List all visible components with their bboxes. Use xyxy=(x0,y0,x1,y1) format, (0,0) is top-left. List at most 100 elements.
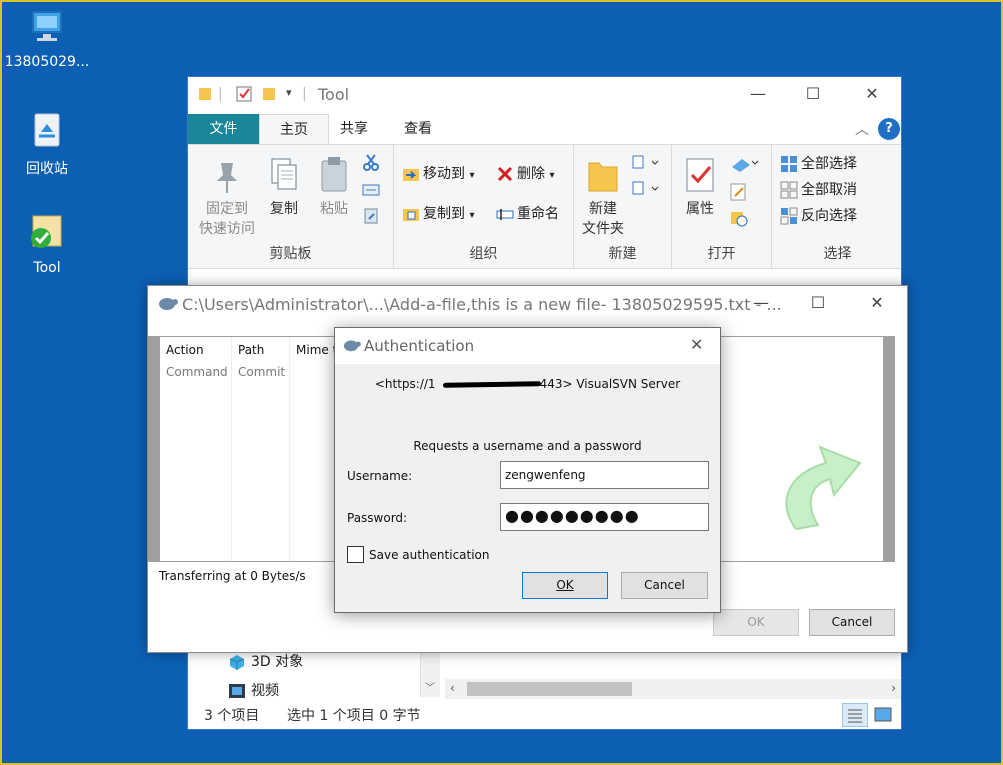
save-authentication-checkbox[interactable] xyxy=(347,546,364,563)
select-group-label: 选择 xyxy=(823,246,852,262)
invert-selection-icon xyxy=(780,207,798,225)
rename-button[interactable]: 重命名 xyxy=(496,203,559,225)
desktop-icon-recycle-bin[interactable]: 回收站 xyxy=(4,110,90,178)
tree-item-label: 视频 xyxy=(251,683,279,699)
ribbon-group-select: 全部选择 全部取消 反向选择 选择 xyxy=(772,145,903,269)
invert-selection-button[interactable]: 反向选择 xyxy=(780,205,857,227)
paste-shortcut-icon[interactable] xyxy=(362,207,380,228)
new-item-icon[interactable] xyxy=(632,155,662,174)
properties-label: 属性 xyxy=(686,201,714,217)
minimize-icon[interactable]: — xyxy=(746,292,776,316)
scroll-thumb[interactable] xyxy=(467,682,632,696)
svn-ok-button[interactable]: OK xyxy=(713,609,799,636)
desktop-icon-label: 13805029... xyxy=(4,54,90,70)
svn-commit-arrow-icon xyxy=(768,433,868,536)
close-icon[interactable]: ✕ xyxy=(690,335,703,354)
server-url-prefix: <https://1 xyxy=(374,377,436,391)
server-url-suffix: 443> VisualSVN Server xyxy=(539,377,681,391)
open-icon[interactable] xyxy=(730,155,760,176)
select-none-button[interactable]: 全部取消 xyxy=(780,179,857,201)
properties-button[interactable]: 属性 xyxy=(678,155,722,219)
edit-icon[interactable] xyxy=(730,183,748,204)
copy-path-icon[interactable] xyxy=(362,181,380,202)
username-label: Username: xyxy=(347,469,413,483)
details-view-icon xyxy=(848,709,862,723)
save-authentication-label[interactable]: Save authentication xyxy=(369,548,490,562)
tab-view[interactable]: 查看 xyxy=(384,114,452,144)
auth-ok-label: OK xyxy=(556,578,574,592)
status-bar: 3 个项目 选中 1 个项目 0 字节 xyxy=(188,699,901,729)
move-to-label: 移动到 xyxy=(423,166,465,182)
explorer-titlebar: | ▾ | Tool — ☐ ✕ xyxy=(188,77,901,113)
ribbon-group-clipboard: 固定到 快速访问 复制 粘贴 剪贴板 xyxy=(188,145,394,269)
auth-request-text: Requests a username and a password xyxy=(413,439,642,453)
minimize-icon[interactable]: — xyxy=(743,83,773,107)
pin-quick-access-button[interactable]: 固定到 快速访问 xyxy=(196,155,258,239)
organize-group-label: 组织 xyxy=(469,246,498,262)
properties-qa-icon[interactable] xyxy=(236,86,252,106)
collapse-ribbon-icon[interactable]: ︿ xyxy=(855,119,869,139)
column-header-mime[interactable]: Mime t xyxy=(296,343,337,357)
paste-button[interactable]: 粘贴 xyxy=(314,155,354,219)
new-group-label: 新建 xyxy=(608,246,637,262)
move-to-button[interactable]: 移动到 ▾ xyxy=(402,163,474,185)
help-icon[interactable]: ? xyxy=(878,118,900,140)
copy-to-button[interactable]: 复制到 ▾ xyxy=(402,203,474,225)
svn-cancel-button[interactable]: Cancel xyxy=(809,609,895,636)
scroll-left-icon[interactable]: ‹ xyxy=(450,681,455,695)
pin-icon xyxy=(209,155,245,197)
qa-separator: | xyxy=(218,86,223,102)
details-view-button[interactable] xyxy=(842,703,868,727)
auth-cancel-button[interactable]: Cancel xyxy=(621,572,708,599)
tab-share[interactable]: 共享 xyxy=(320,114,388,144)
auth-ok-button[interactable]: OK xyxy=(522,572,608,599)
3d-objects-icon xyxy=(228,654,246,670)
tortoise-icon xyxy=(341,337,361,356)
history-icon[interactable] xyxy=(730,209,748,230)
scroll-right-icon[interactable]: › xyxy=(891,681,896,695)
cut-icon[interactable] xyxy=(362,153,380,174)
ribbon-group-new: 新建 文件夹 新建 xyxy=(574,145,672,269)
tree-item-3d-objects[interactable]: 3D 对象 xyxy=(228,651,303,671)
clipboard-group-label: 剪贴板 xyxy=(269,246,312,262)
window-title: Tool xyxy=(318,85,350,104)
maximize-icon[interactable]: ☐ xyxy=(798,83,828,107)
paste-label: 粘贴 xyxy=(320,201,348,217)
rename-label: 重命名 xyxy=(517,206,559,222)
ribbon: 固定到 快速访问 复制 粘贴 剪贴板 移动到 ▾ 复制到 ▾ 删除 ▾ 重命名 … xyxy=(188,144,901,269)
password-field[interactable]: ●●●●●●●●● xyxy=(500,503,709,531)
username-field[interactable] xyxy=(500,461,709,489)
maximize-icon[interactable]: ☐ xyxy=(803,292,833,316)
desktop-icon-computer[interactable]: 13805029... xyxy=(4,10,90,70)
new-folder-icon xyxy=(585,155,621,197)
large-icons-view-button[interactable] xyxy=(870,703,896,727)
qa-customize-icon[interactable]: ▾ xyxy=(286,86,292,99)
paste-icon xyxy=(316,155,352,197)
column-header-path[interactable]: Path xyxy=(238,343,264,357)
new-folder-qa-icon[interactable] xyxy=(262,86,276,106)
password-label: Password: xyxy=(347,511,408,525)
properties-icon xyxy=(682,155,718,197)
move-to-icon xyxy=(402,165,420,183)
column-header-action[interactable]: Action xyxy=(166,343,204,357)
content-horizontal-scrollbar[interactable]: ‹ › xyxy=(445,679,901,699)
selection-info: 选中 1 个项目 0 字节 xyxy=(287,708,421,724)
desktop-icon-tool-folder[interactable]: Tool xyxy=(4,212,90,276)
computer-icon xyxy=(4,10,90,50)
pin-label-1: 固定到 xyxy=(206,201,248,217)
close-icon[interactable]: ✕ xyxy=(857,83,887,107)
new-folder-button[interactable]: 新建 文件夹 xyxy=(578,155,628,239)
easy-access-icon[interactable] xyxy=(632,181,662,200)
recycle-bin-icon xyxy=(4,110,90,154)
tab-home[interactable]: 主页 xyxy=(259,114,329,144)
tab-file[interactable]: 文件 xyxy=(188,114,259,144)
svn-folder-icon xyxy=(4,212,90,256)
scroll-down-icon[interactable]: ﹀ xyxy=(425,679,435,694)
copy-label: 复制 xyxy=(270,201,298,217)
delete-button[interactable]: 删除 ▾ xyxy=(496,163,554,185)
svn-window-title: C:\Users\Administrator\...\Add-a-file,th… xyxy=(182,295,782,314)
close-icon[interactable]: ✕ xyxy=(862,292,892,316)
copy-button[interactable]: 复制 xyxy=(264,155,304,219)
tree-item-videos[interactable]: 视频 xyxy=(228,680,279,700)
select-all-button[interactable]: 全部选择 xyxy=(780,153,857,175)
